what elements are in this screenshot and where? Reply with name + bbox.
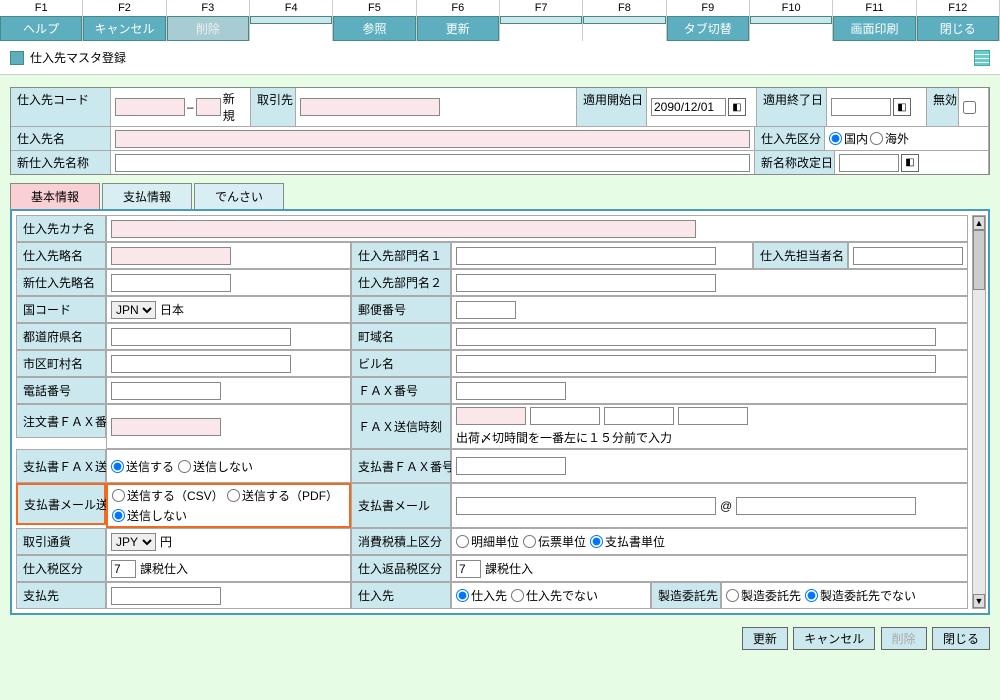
vendor-class-label: 仕入先区分: [755, 127, 825, 150]
update-button[interactable]: 更新: [742, 627, 788, 650]
scroll-down-icon[interactable]: ▼: [973, 594, 985, 608]
calendar-icon[interactable]: ◧: [728, 98, 746, 116]
tab-basic-info[interactable]: 基本情報: [10, 183, 100, 209]
newname-rev-input[interactable]: [839, 154, 899, 172]
payee-input[interactable]: [111, 587, 221, 605]
vendor-code-label: 仕入先コード: [11, 88, 111, 126]
f3-button: 削除: [167, 16, 249, 41]
delete-button: 削除: [881, 627, 927, 650]
payfax-no-input[interactable]: [456, 457, 566, 475]
tab-densai[interactable]: でんさい: [194, 183, 284, 209]
apply-start-label: 適用開始日: [577, 88, 647, 126]
orderfax-input[interactable]: [111, 418, 221, 436]
purch-tax-input[interactable]: [111, 560, 136, 578]
kana-input[interactable]: [111, 220, 696, 238]
title-square-icon: [10, 51, 24, 65]
header-form: 仕入先コード – 新規 取引先 適用開始日 ◧ 適用終了日 ◧ 無効 仕入先名 …: [10, 87, 990, 175]
payfax-send-yes[interactable]: 送信する: [111, 458, 174, 475]
f2-button[interactable]: キャンセル: [83, 16, 165, 41]
paymail-local-input[interactable]: [456, 497, 716, 515]
grid-icon[interactable]: [974, 50, 990, 66]
domestic-radio[interactable]: 国内: [829, 130, 868, 147]
paymail-send-no[interactable]: 送信しない: [112, 507, 187, 524]
postal-input[interactable]: [456, 301, 516, 319]
f9-button[interactable]: タブ切替: [667, 16, 749, 41]
faxtime1-input[interactable]: [456, 407, 526, 425]
faxtime2-input[interactable]: [530, 407, 600, 425]
tab-payment-info[interactable]: 支払情報: [102, 183, 192, 209]
function-key-bar: F1ヘルプ F2キャンセル F3削除 F4 F5参照 F6更新 F7 F8 F9…: [0, 0, 1000, 41]
f6-button[interactable]: 更新: [417, 16, 499, 41]
tab-bar: 基本情報 支払情報 でんさい: [10, 183, 990, 209]
fax-input[interactable]: [456, 382, 566, 400]
new-vendor-name-label: 新仕入先名称: [11, 151, 111, 174]
f11-button[interactable]: 画面印刷: [833, 16, 915, 41]
scroll-up-icon[interactable]: ▲: [973, 216, 985, 230]
tel-input[interactable]: [111, 382, 221, 400]
country-select[interactable]: JPN: [111, 301, 156, 319]
town-input[interactable]: [456, 328, 936, 346]
f7-button: [500, 16, 582, 24]
title-bar: 仕入先マスタ登録: [0, 41, 1000, 75]
f12-button[interactable]: 閉じる: [917, 16, 999, 41]
page-title: 仕入先マスタ登録: [30, 49, 126, 66]
f1-button[interactable]: ヘルプ: [0, 16, 82, 41]
vendor-code-sub-input[interactable]: [196, 98, 221, 116]
vendor-code-input[interactable]: [115, 98, 185, 116]
invalid-label: 無効: [927, 88, 959, 126]
purch-no[interactable]: 仕入先でない: [511, 587, 598, 604]
paymail-send-label: 支払書メール送信: [16, 483, 106, 525]
f4-button: [250, 16, 332, 24]
apply-start-input[interactable]: [651, 98, 726, 116]
new-vendor-name-input[interactable]: [115, 154, 750, 172]
paymail-send-csv[interactable]: 送信する（CSV）: [112, 487, 224, 504]
city-input[interactable]: [111, 355, 291, 373]
mfg-yes[interactable]: 製造委託先: [726, 587, 801, 604]
short-input[interactable]: [111, 247, 231, 265]
calendar-icon[interactable]: ◧: [901, 154, 919, 172]
apply-end-label: 適用終了日: [757, 88, 827, 126]
return-tax-input[interactable]: [456, 560, 481, 578]
taxsum-slip[interactable]: 伝票単位: [523, 533, 586, 550]
paymail-domain-input[interactable]: [736, 497, 916, 515]
faxtime3-input[interactable]: [604, 407, 674, 425]
faxtime4-input[interactable]: [678, 407, 748, 425]
partner-input[interactable]: [300, 98, 440, 116]
taxsum-detail[interactable]: 明細単位: [456, 533, 519, 550]
close-button[interactable]: 閉じる: [932, 627, 990, 650]
tab-body: 仕入先カナ名 仕入先略名 仕入先部門名１ 仕入先担当者名 新仕入先略名 仕入先部…: [10, 209, 990, 615]
apply-end-input[interactable]: [831, 98, 891, 116]
partner-label: 取引先: [251, 88, 296, 126]
bldg-input[interactable]: [456, 355, 936, 373]
newname-rev-label: 新名称改定日: [755, 151, 835, 174]
dept2-input[interactable]: [456, 274, 716, 292]
payfax-send-no[interactable]: 送信しない: [178, 458, 253, 475]
scrollbar[interactable]: ▲ ▼: [972, 215, 986, 609]
person-input[interactable]: [853, 247, 963, 265]
footer-buttons: 更新 キャンセル 削除 閉じる: [0, 623, 1000, 658]
vendor-name-label: 仕入先名: [11, 127, 111, 150]
newshort-input[interactable]: [111, 274, 231, 292]
paymail-send-pdf[interactable]: 送信する（PDF）: [227, 487, 338, 504]
pref-input[interactable]: [111, 328, 291, 346]
purch-yes[interactable]: 仕入先: [456, 587, 507, 604]
taxsum-pay[interactable]: 支払書単位: [590, 533, 665, 550]
scroll-thumb[interactable]: [973, 230, 985, 290]
f5-button[interactable]: 参照: [333, 16, 415, 41]
vendor-name-input[interactable]: [115, 130, 750, 148]
overseas-radio[interactable]: 海外: [870, 130, 909, 147]
currency-select[interactable]: JPY: [111, 533, 156, 551]
calendar-icon[interactable]: ◧: [893, 98, 911, 116]
f8-button: [583, 16, 665, 24]
dept1-input[interactable]: [456, 247, 716, 265]
f10-button: [750, 16, 832, 24]
mfg-no[interactable]: 製造委託先でない: [805, 587, 916, 604]
cancel-button[interactable]: キャンセル: [793, 627, 875, 650]
invalid-checkbox[interactable]: [963, 101, 976, 114]
